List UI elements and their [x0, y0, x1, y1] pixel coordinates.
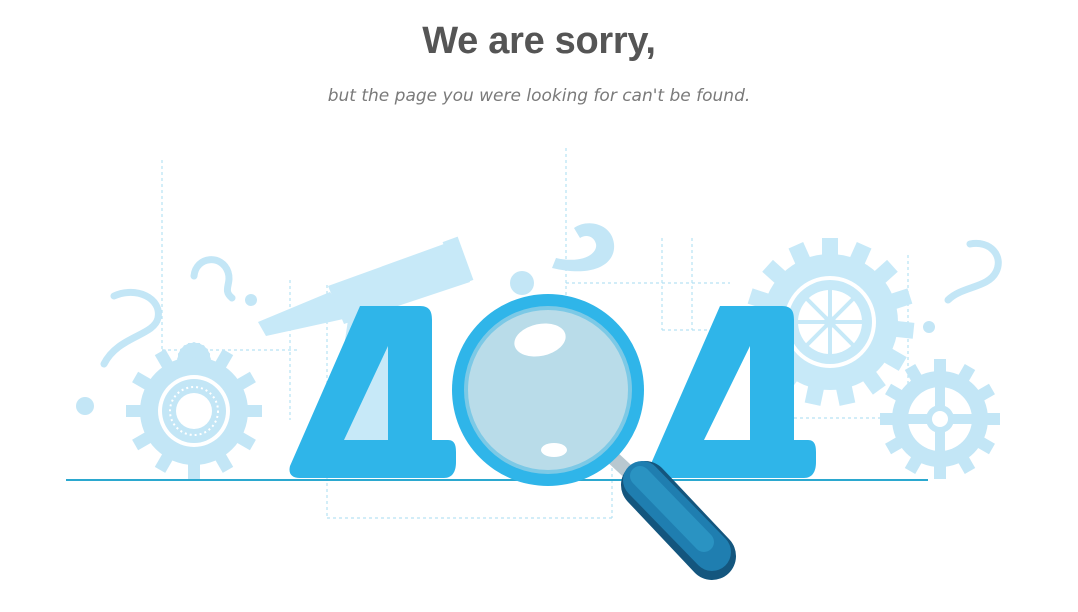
digit-four-right [649, 306, 816, 478]
question-mark-icon [510, 271, 534, 295]
question-mark-icon [190, 256, 236, 302]
question-mark-icon [944, 239, 1002, 304]
404-illustration [66, 148, 1002, 580]
question-mark-icon [923, 321, 935, 333]
gear-icon [880, 359, 1000, 479]
question-mark-icon [100, 288, 162, 368]
question-mark-icon [245, 294, 257, 306]
gear-icon [126, 341, 262, 479]
error-page: We are sorry, but the page you were look… [0, 0, 1078, 612]
question-mark-icon [76, 397, 94, 415]
question-mark-icon [552, 223, 615, 272]
